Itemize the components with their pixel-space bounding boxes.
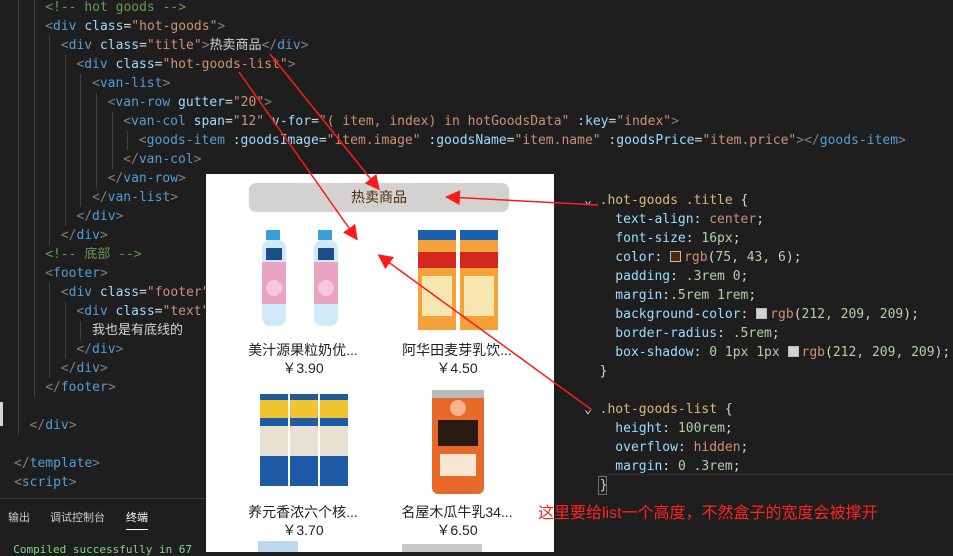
arrow-list [238,71,358,241]
annotation-arrows [238,53,599,411]
arrow-css-title [445,190,599,206]
arrow-css-list [377,254,593,411]
arrow-title [269,53,380,191]
